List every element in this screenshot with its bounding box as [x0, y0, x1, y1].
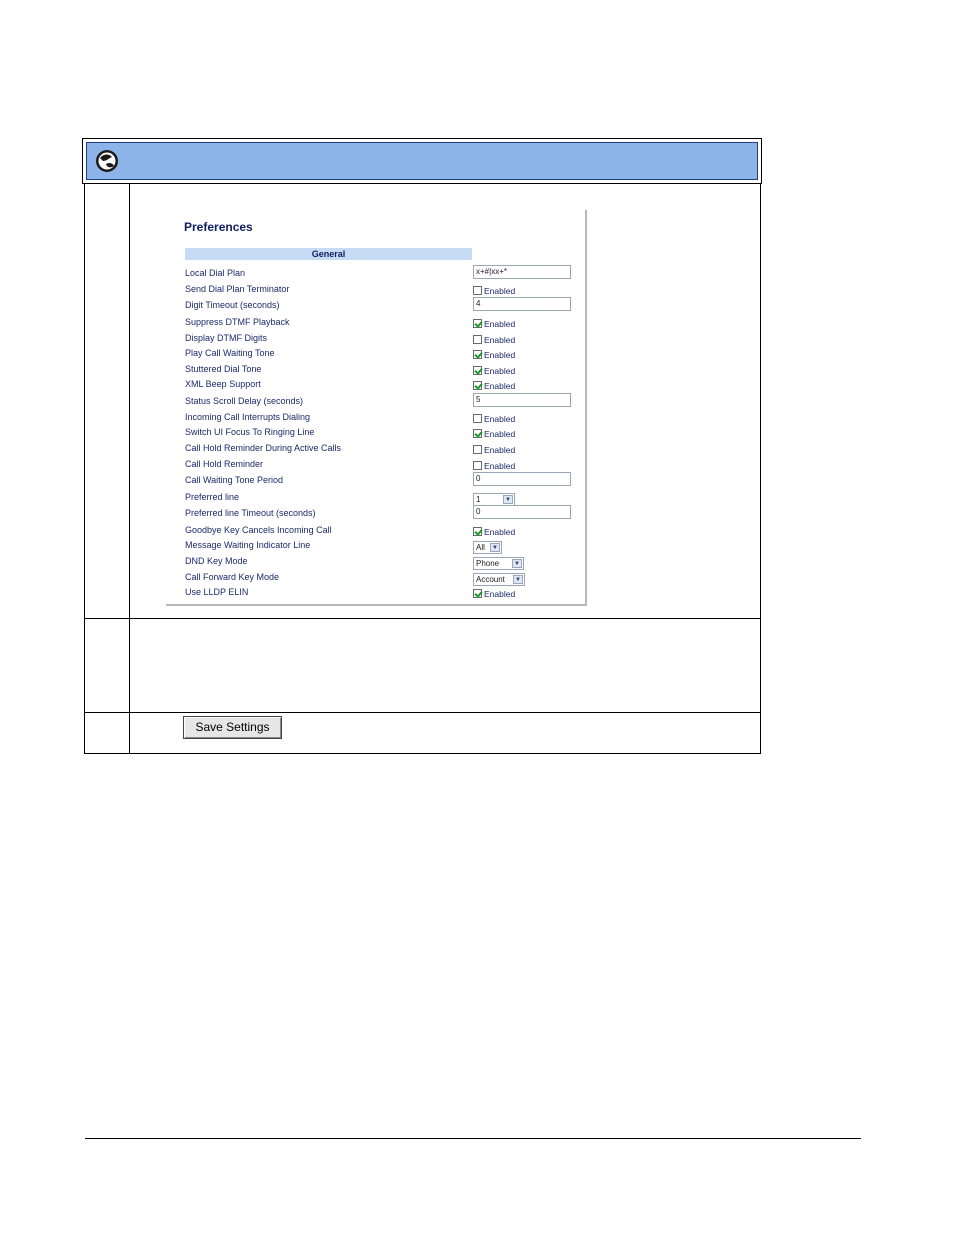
enabled-checkbox[interactable]	[473, 366, 482, 376]
enabled-checkbox[interactable]	[473, 381, 482, 391]
form-row: Call Forward Key Mode Account ▼	[185, 571, 585, 586]
row-separator-1	[84, 618, 761, 619]
row-separator-2	[84, 712, 761, 713]
chevron-down-icon[interactable]: ▼	[513, 575, 523, 584]
form-row: Display DTMF Digits Enabled	[185, 332, 585, 346]
form-row: Call Hold Reminder Enabled	[185, 458, 585, 472]
enabled-checkbox[interactable]	[473, 286, 482, 296]
field-label: Switch UI Focus To Ringing Line	[185, 427, 315, 437]
table-border-left	[84, 184, 85, 754]
text-input[interactable]: 0	[473, 505, 571, 519]
table-divider	[129, 184, 130, 754]
field-label: Digit Timeout (seconds)	[185, 300, 280, 310]
field-control: Enabled	[473, 585, 515, 603]
field-label: Status Scroll Delay (seconds)	[185, 396, 304, 406]
globe-icon	[96, 150, 118, 172]
chevron-down-icon[interactable]: ▼	[490, 543, 500, 552]
chevron-down-icon[interactable]: ▼	[503, 495, 513, 504]
text-input[interactable]: 0	[473, 472, 571, 486]
table-border-bottom	[84, 753, 761, 754]
field-control: x+#|xx+*	[473, 265, 571, 279]
field-label: XML Beep Support	[185, 379, 261, 389]
checkbox-label: Enabled	[484, 428, 516, 439]
header-bar	[86, 142, 758, 180]
field-label: Preferred line Timeout (seconds)	[185, 508, 316, 518]
form-row: Stuttered Dial Tone Enabled	[185, 363, 585, 377]
form-row: XML Beep Support Enabled	[185, 378, 585, 392]
form-row: Digit Timeout (seconds) 4	[185, 297, 585, 313]
form-row: Send Dial Plan Terminator Enabled	[185, 283, 585, 297]
save-settings-button[interactable]: Save Settings	[183, 716, 282, 739]
form-row: Preferred line 1 ▼	[185, 491, 585, 506]
field-label: Incoming Call Interrupts Dialing	[185, 412, 311, 422]
form-row: Preferred line Timeout (seconds) 0	[185, 505, 585, 521]
enabled-checkbox[interactable]	[473, 350, 482, 360]
field-label: Stuttered Dial Tone	[185, 364, 262, 374]
checkbox-label: Enabled	[484, 334, 516, 345]
form-row: Message Waiting Indicator Line All ▼	[185, 539, 585, 554]
field-label: Goodbye Key Cancels Incoming Call	[185, 525, 332, 535]
chevron-down-icon[interactable]: ▼	[512, 559, 522, 568]
text-input[interactable]: x+#|xx+*	[473, 265, 571, 279]
enabled-checkbox[interactable]	[473, 445, 482, 455]
field-label: Call Forward Key Mode	[185, 572, 280, 582]
field-label: Message Waiting Indicator Line	[185, 540, 311, 550]
field-control: 4	[473, 297, 571, 311]
checkbox-label: Enabled	[484, 365, 516, 376]
field-label: Call Waiting Tone Period	[185, 475, 284, 485]
enabled-checkbox[interactable]	[473, 319, 482, 329]
form-row: Status Scroll Delay (seconds) 5	[185, 393, 585, 409]
field-label: Play Call Waiting Tone	[185, 348, 275, 358]
checkbox-label: Enabled	[484, 349, 516, 360]
form-row: Suppress DTMF Playback Enabled	[185, 316, 585, 330]
dropdown-value: Account	[476, 575, 505, 584]
form-row: Switch UI Focus To Ringing Line Enabled	[185, 426, 585, 440]
form-row: Local Dial Plan x+#|xx+*	[185, 265, 585, 281]
preferences-panel: Preferences General Local Dial Plan x+#|x…	[166, 210, 587, 606]
field-label: Call Hold Reminder	[185, 459, 264, 469]
form-row: Call Hold Reminder During Active Calls En…	[185, 442, 585, 456]
checkbox-label: Enabled	[484, 380, 516, 391]
checkbox-label: Enabled	[484, 285, 516, 296]
section-header-general: General	[185, 248, 472, 260]
checkbox-label: Enabled	[484, 413, 516, 424]
dropdown-value: 1	[476, 495, 481, 504]
form-row: Play Call Waiting Tone Enabled	[185, 347, 585, 361]
field-control: 0	[473, 505, 571, 519]
field-label: Local Dial Plan	[185, 268, 246, 278]
enabled-checkbox[interactable]	[473, 429, 482, 439]
field-control: 5	[473, 393, 571, 407]
enabled-checkbox[interactable]	[473, 461, 482, 471]
table-border-right	[760, 184, 761, 754]
field-label: Send Dial Plan Terminator	[185, 284, 290, 294]
checkbox-label: Enabled	[484, 318, 516, 329]
checkbox-label: Enabled	[484, 526, 516, 537]
form-row: Goodbye Key Cancels Incoming Call Enabled	[185, 524, 585, 538]
checkbox-label: Enabled	[484, 460, 516, 471]
panel-title: Preferences	[184, 220, 253, 234]
form-row: Use LLDP ELIN Enabled	[185, 586, 585, 600]
text-input[interactable]: 4	[473, 297, 571, 311]
enabled-checkbox[interactable]	[473, 527, 482, 537]
form-row: Incoming Call Interrupts Dialing Enabled	[185, 411, 585, 425]
field-label: Display DTMF Digits	[185, 333, 268, 343]
field-label: Suppress DTMF Playback	[185, 317, 290, 327]
form-row: Call Waiting Tone Period 0	[185, 472, 585, 488]
checkbox-label: Enabled	[484, 444, 516, 455]
field-label: Preferred line	[185, 492, 240, 502]
field-label: Use LLDP ELIN	[185, 587, 249, 597]
field-label: Call Hold Reminder During Active Calls	[185, 443, 342, 453]
field-control: 0	[473, 472, 571, 486]
dropdown-value: All	[476, 543, 485, 552]
enabled-checkbox[interactable]	[473, 335, 482, 345]
dropdown-value: Phone	[476, 559, 500, 568]
field-label: DND Key Mode	[185, 556, 248, 566]
enabled-checkbox[interactable]	[473, 589, 482, 599]
header-banner	[82, 138, 762, 184]
enabled-checkbox[interactable]	[473, 414, 482, 424]
checkbox-label: Enabled	[484, 588, 516, 599]
text-input[interactable]: 5	[473, 393, 571, 407]
form-row: DND Key Mode Phone ▼	[185, 555, 585, 570]
page-footer-rule	[85, 1138, 861, 1139]
